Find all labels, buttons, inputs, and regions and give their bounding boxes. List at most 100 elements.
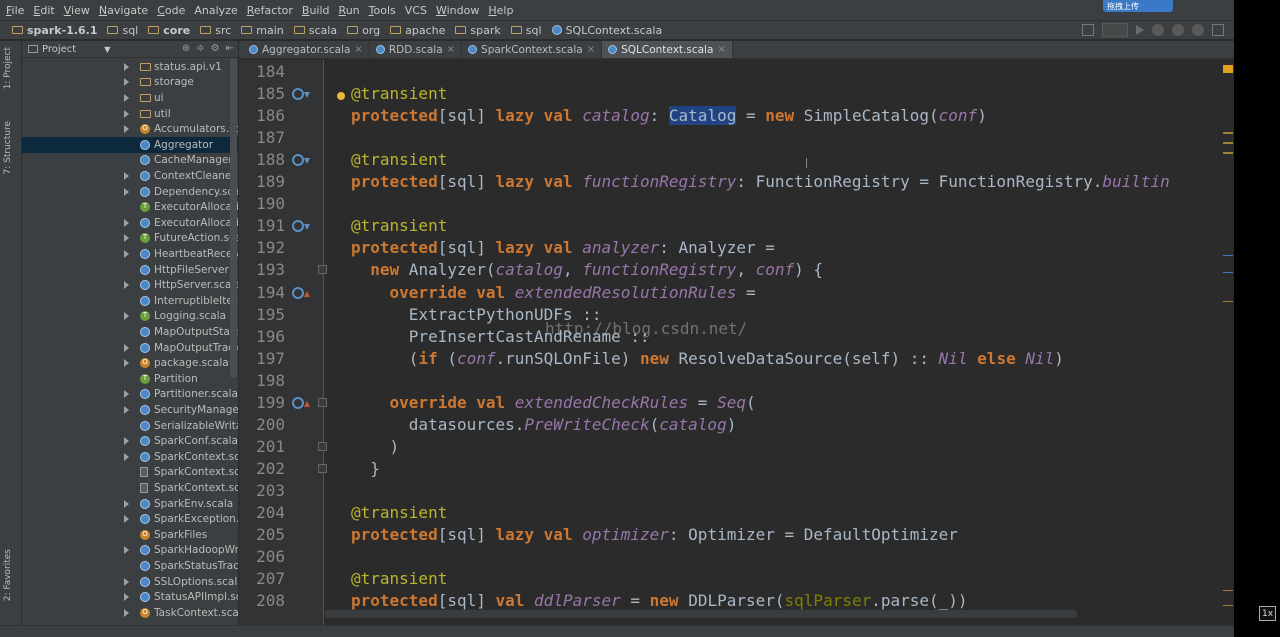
editor-tab[interactable]: RDD.scala × (370, 41, 463, 58)
tree-item[interactable]: CacheManager (22, 153, 238, 169)
fold-toggle-icon[interactable] (318, 441, 327, 451)
close-icon[interactable]: × (717, 44, 725, 55)
tree-item[interactable]: O Accumulators.scala (22, 121, 238, 137)
breadcrumb-item[interactable]: SQLContext.scala (551, 24, 662, 37)
expand-arrow-icon[interactable] (124, 249, 129, 258)
tree-item[interactable]: SparkEnv.scala (22, 496, 238, 512)
zoom-badge[interactable]: 1x (1259, 606, 1276, 621)
code-line[interactable]: } (351, 458, 380, 480)
code-line[interactable]: @transient (351, 502, 447, 524)
code-line[interactable]: protected[sql] val ddlParser = new DDLPa… (351, 590, 968, 612)
expand-arrow-icon[interactable] (124, 405, 129, 414)
overrides-marker-icon[interactable] (292, 396, 304, 409)
expand-arrow-icon[interactable] (124, 312, 129, 321)
editor-tab[interactable]: Aggregator.scala × (243, 41, 370, 58)
breadcrumb-item[interactable]: sql (510, 24, 542, 37)
code-line[interactable]: @transient (351, 215, 447, 237)
expand-arrow-icon[interactable] (124, 515, 129, 524)
menu-help[interactable]: Help (488, 4, 513, 17)
tree-item[interactable]: O TaskContext.scala (22, 605, 238, 621)
project-structure-icon[interactable] (1212, 24, 1224, 36)
tree-item[interactable]: util (22, 106, 238, 122)
breadcrumb-item[interactable]: main (241, 24, 284, 37)
tree-item[interactable]: Aggregator (22, 137, 238, 153)
error-stripe[interactable] (1221, 60, 1234, 625)
tree-item[interactable]: ui (22, 90, 238, 106)
fold-toggle-icon[interactable] (318, 265, 327, 275)
tree-item[interactable]: T ExecutorAllocation (22, 199, 238, 215)
close-icon[interactable]: × (354, 44, 362, 55)
code-line[interactable]: protected[sql] lazy val catalog: Catalog… (351, 105, 987, 127)
fold-toggle-icon[interactable] (318, 463, 327, 473)
menu-edit[interactable]: Edit (33, 4, 54, 17)
menu-vcs[interactable]: VCS (405, 4, 427, 17)
project-tool-tab[interactable]: 1: Project (3, 47, 13, 89)
project-view-select[interactable]: Project (42, 44, 76, 55)
breadcrumb-item[interactable]: src (200, 24, 231, 37)
expand-arrow-icon[interactable] (124, 546, 129, 555)
tree-item[interactable]: SparkConf.scala (22, 433, 238, 449)
horizontal-scrollbar[interactable] (325, 610, 1077, 618)
tree-item[interactable]: StatusAPIImpl.sca (22, 589, 238, 605)
tree-item[interactable]: ExecutorAllocation (22, 215, 238, 231)
expand-arrow-icon[interactable] (124, 281, 129, 290)
tree-item[interactable]: T FutureAction.scala (22, 231, 238, 247)
expand-arrow-icon[interactable] (124, 125, 129, 134)
tree-item[interactable]: HttpFileServer (22, 262, 238, 278)
menu-run[interactable]: Run (339, 4, 360, 17)
expand-arrow-icon[interactable] (124, 234, 129, 243)
code-editor[interactable]: 184 185 186 187 188 189 190 191 192 193 194 195 196 1… (239, 60, 1234, 625)
breadcrumb-item[interactable]: org (347, 24, 380, 37)
expand-arrow-icon[interactable] (124, 171, 129, 180)
debug-icon[interactable] (1152, 24, 1164, 36)
tree-item[interactable]: storage (22, 75, 238, 91)
upload-badge[interactable]: 拖拽上传 (1103, 0, 1173, 12)
lightbulb-icon[interactable] (337, 92, 345, 100)
expand-arrow-icon[interactable] (124, 577, 129, 586)
code-line[interactable]: override val extendedCheckRules = Seq( (351, 392, 756, 414)
tree-item[interactable]: SparkContext.scal (22, 480, 238, 496)
breadcrumb-item[interactable]: spark-1.6.1 (12, 24, 97, 37)
profile-icon[interactable] (1192, 24, 1204, 36)
chevron-down-icon[interactable]: ▼ (104, 45, 110, 54)
run-config-select[interactable] (1102, 23, 1128, 37)
tree-item[interactable]: SparkStatusTracke (22, 558, 238, 574)
tree-item[interactable]: SparkContext.scal (22, 465, 238, 481)
overrides-marker-icon[interactable] (292, 286, 304, 299)
tree-item[interactable]: SerializableWritab (22, 418, 238, 434)
tree-item[interactable]: status.api.v1 (22, 59, 238, 75)
menu-analyze[interactable]: Analyze (194, 4, 237, 17)
code-line[interactable]: protected[sql] lazy val analyzer: Analyz… (351, 237, 775, 259)
structure-tool-tab[interactable]: 7: Structure (3, 121, 13, 175)
tree-item[interactable]: ContextCleaner.scala (22, 168, 238, 184)
collapse-all-icon[interactable]: ≑ (196, 43, 204, 54)
code-line[interactable]: protected[sql] lazy val optimizer: Optim… (351, 524, 958, 546)
fold-toggle-icon[interactable] (318, 397, 327, 407)
editor-tab[interactable]: SparkContext.scala × (462, 41, 603, 58)
implements-marker-icon[interactable] (292, 154, 304, 167)
menu-tools[interactable]: Tools (369, 4, 396, 17)
code-line[interactable]: ) (351, 436, 400, 458)
expand-arrow-icon[interactable] (124, 608, 129, 617)
code-line[interactable]: protected[sql] lazy val functionRegistry… (351, 171, 1170, 193)
code-line[interactable]: @transient (351, 149, 447, 171)
code-line[interactable]: (if (conf.runSQLOnFile) new ResolveDataS… (351, 348, 1064, 370)
tree-item[interactable]: T Partition (22, 371, 238, 387)
tree-item[interactable]: Partitioner.scala (22, 387, 238, 403)
tree-item[interactable]: SSLOptions.scala (22, 574, 238, 590)
menu-view[interactable]: View (64, 4, 90, 17)
expand-arrow-icon[interactable] (124, 390, 129, 399)
code-line[interactable]: new Analyzer(catalog, functionRegistry, … (351, 259, 823, 281)
expand-arrow-icon[interactable] (124, 452, 129, 461)
menu-build[interactable]: Build (302, 4, 330, 17)
expand-arrow-icon[interactable] (124, 218, 129, 227)
tree-item[interactable]: O SparkFiles (22, 527, 238, 543)
breadcrumb-item[interactable]: apache (390, 24, 445, 37)
menu-file[interactable]: File (6, 4, 24, 17)
hide-panel-icon[interactable]: ⇤ (226, 43, 234, 54)
expand-arrow-icon[interactable] (124, 78, 129, 87)
expand-arrow-icon[interactable] (124, 593, 129, 602)
expand-arrow-icon[interactable] (124, 499, 129, 508)
code-line[interactable]: override val extendedResolutionRules = (351, 282, 756, 304)
coverage-icon[interactable] (1172, 24, 1184, 36)
